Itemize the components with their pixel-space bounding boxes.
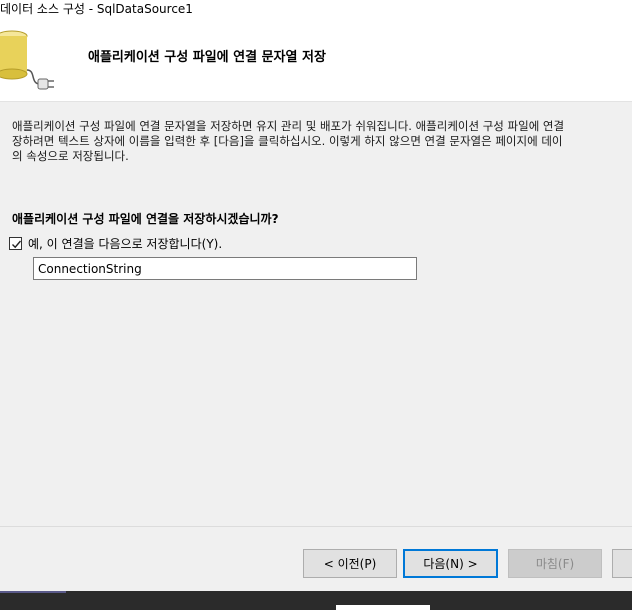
finish-button[interactable]: 마침(F): [508, 549, 602, 578]
window-title: 데이터 소스 구성 - SqlDataSource1: [0, 0, 632, 18]
checkmark-icon: [12, 240, 22, 248]
previous-button[interactable]: < 이전(P): [303, 549, 397, 578]
save-connection-checkbox[interactable]: [9, 236, 22, 250]
save-connection-option[interactable]: 예, 이 연결을 다음으로 저장합니다(Y).: [9, 235, 222, 251]
description-line-2: 장하려면 텍스트 상자에 이름을 입력한 후 [다음]을 클릭하십시오. 이렇게…: [12, 134, 563, 148]
connection-name-input[interactable]: [33, 257, 417, 280]
data-source-config-dialog: 데이터 소스 구성 - SqlDataSource1 애플리케이션 구성 파일에…: [0, 0, 632, 610]
description-text: 애플리케이션 구성 파일에 연결 문자열을 저장하면 유지 관리 및 배포가 쉬…: [12, 119, 632, 164]
description-line-3: 의 속성으로 저장됩니다.: [12, 149, 129, 163]
taskbar-indicator: [0, 591, 66, 593]
taskbar: [0, 591, 632, 610]
save-question-label: 애플리케이션 구성 파일에 연결을 저장하시겠습니까?: [12, 212, 279, 226]
page-title: 애플리케이션 구성 파일에 연결 문자열 저장: [88, 50, 326, 65]
database-plug-icon: [0, 30, 56, 94]
taskbar-item[interactable]: [336, 605, 430, 610]
wizard-header: 애플리케이션 구성 파일에 연결 문자열 저장: [0, 18, 632, 102]
cancel-button[interactable]: [612, 549, 632, 578]
save-connection-label[interactable]: 예, 이 연결을 다음으로 저장합니다(Y).: [28, 235, 222, 252]
next-button[interactable]: 다음(N) >: [403, 549, 498, 578]
description-line-1: 애플리케이션 구성 파일에 연결 문자열을 저장하면 유지 관리 및 배포가 쉬…: [12, 119, 565, 133]
